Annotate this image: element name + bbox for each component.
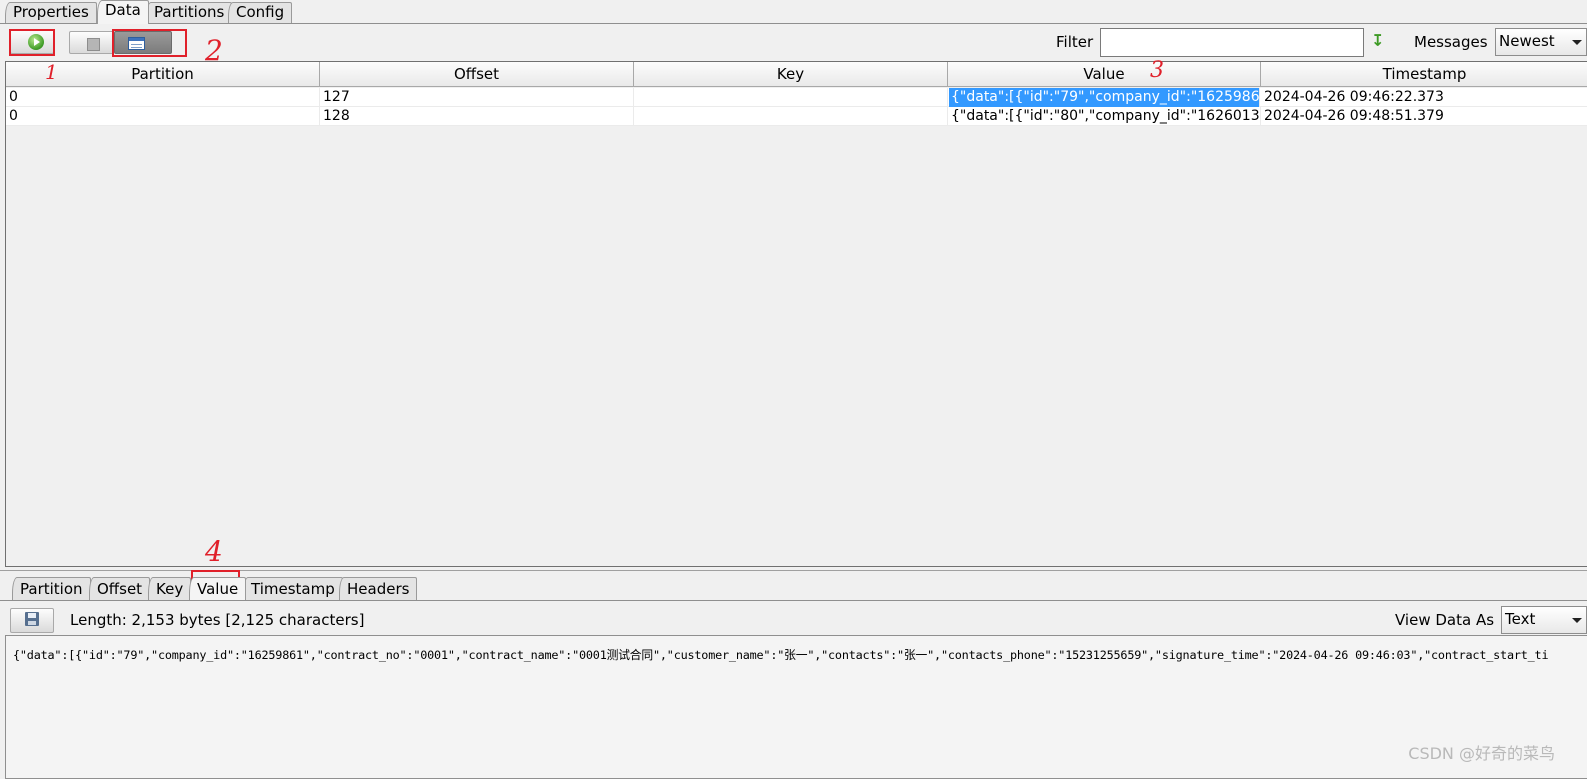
chevron-down-icon: [1572, 618, 1582, 623]
stop-icon: [87, 38, 100, 51]
view-toggle-button[interactable]: [114, 31, 172, 54]
play-icon: [28, 34, 44, 50]
tab-partitions[interactable]: Partitions: [146, 2, 233, 23]
cell-offset: 127: [320, 88, 634, 107]
tab-properties[interactable]: Properties: [5, 2, 97, 23]
cell-value[interactable]: {"data":[{"id":"80","company_id":"162601…: [948, 107, 1261, 126]
tab-detail-headers[interactable]: Headers: [339, 577, 418, 600]
cell-key: [634, 88, 948, 107]
cell-timestamp: 2024-04-26 09:48:51.379: [1261, 107, 1587, 126]
column-header-timestamp[interactable]: Timestamp: [1261, 62, 1587, 87]
column-header-key[interactable]: Key: [634, 62, 948, 87]
view-data-as-selected: Text: [1505, 610, 1536, 628]
cell-value-selected[interactable]: {"data":[{"id":"79","company_id":"162598…: [949, 88, 1260, 107]
view-data-as-label: View Data As: [1395, 611, 1495, 629]
save-button[interactable]: [10, 608, 54, 633]
value-content: {"data":[{"id":"79","company_id":"162598…: [13, 648, 1549, 662]
cell-key: [634, 107, 948, 126]
column-header-partition[interactable]: Partition: [6, 62, 320, 87]
tab-detail-value[interactable]: Value: [189, 577, 247, 600]
tab-detail-key[interactable]: Key: [148, 577, 192, 600]
messages-selected-value: Newest: [1499, 32, 1555, 50]
filter-input[interactable]: [1100, 28, 1364, 57]
view-data-as-select[interactable]: Text: [1501, 606, 1587, 634]
cell-partition: 0: [6, 88, 320, 107]
chevron-down-icon: [1572, 40, 1582, 45]
table-row[interactable]: 0 128 {"data":[{"id":"80","company_id":"…: [6, 107, 1587, 126]
cell-partition: 0: [6, 107, 320, 126]
bottom-tab-baseline: [0, 600, 1587, 601]
tab-detail-timestamp[interactable]: Timestamp: [243, 577, 343, 600]
tab-detail-partition[interactable]: Partition: [12, 577, 91, 600]
green-down-arrow-icon[interactable]: ↧: [1371, 31, 1384, 50]
tab-config[interactable]: Config: [228, 2, 293, 23]
cell-timestamp: 2024-04-26 09:46:22.373: [1261, 88, 1587, 107]
filter-label: Filter: [1056, 33, 1094, 51]
top-tab-strip: Properties Data Partitions Config: [0, 0, 1587, 24]
column-header-offset[interactable]: Offset: [320, 62, 634, 87]
column-header-value[interactable]: Value: [948, 62, 1261, 87]
tab-detail-offset[interactable]: Offset: [89, 577, 151, 600]
cell-offset: 128: [320, 107, 634, 126]
window-icon: [128, 37, 145, 50]
messages-label: Messages: [1414, 33, 1488, 51]
table-row[interactable]: 0 127 {"data":[{"id":"79","company_id":"…: [6, 88, 1587, 107]
save-icon: [25, 612, 39, 626]
tab-data[interactable]: Data: [97, 0, 149, 24]
messages-select[interactable]: Newest: [1495, 28, 1587, 56]
run-button[interactable]: [10, 29, 54, 54]
value-text-area[interactable]: {"data":[{"id":"79","company_id":"162598…: [5, 635, 1587, 779]
value-length-text: Length: 2,153 bytes [2,125 characters]: [70, 611, 365, 629]
split-divider[interactable]: [0, 570, 1587, 571]
stop-button[interactable]: [69, 31, 114, 54]
watermark: CSDN @好奇的菜鸟: [1408, 744, 1555, 763]
messages-table: Partition Offset Key Value Timestamp 0 1…: [5, 61, 1587, 567]
